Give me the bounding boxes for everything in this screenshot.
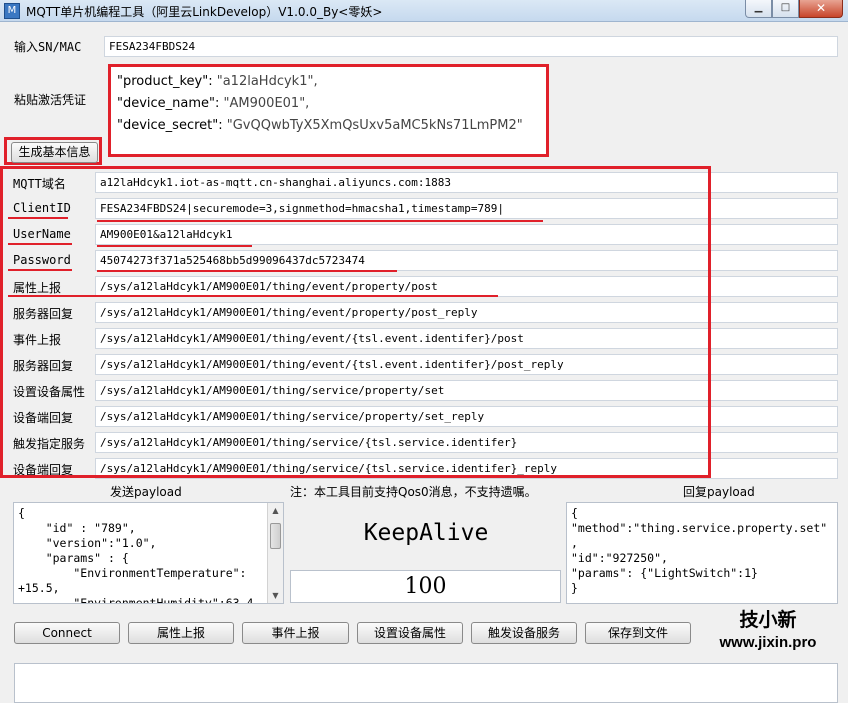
username-value-underline — [97, 245, 252, 247]
clientid-value-underline — [97, 220, 543, 222]
brand-logo: 技小新 www.jixin.pro — [716, 608, 820, 654]
property-report-button[interactable]: 属性上报 — [128, 622, 234, 644]
save-file-button[interactable]: 保存到文件 — [585, 622, 691, 644]
credential-line: "device_secret": "GvQQwbTyX5XmQsUxv5aMC5… — [117, 118, 523, 133]
reply-payload-title: 回复payload — [683, 485, 755, 499]
brand-url: www.jixin.pro — [719, 634, 817, 651]
window-title: MQTT单片机编程工具（阿里云LinkDevelop）V1.0.0_By<零妖> — [26, 5, 383, 19]
send-payload-textarea[interactable]: { "id" : "789", "version":"1.0", "params… — [13, 502, 284, 604]
minimize-button[interactable]: ▁ — [745, 0, 772, 18]
credential-label: 粘贴激活凭证 — [14, 93, 87, 107]
sn-label: 输入SN/MAC — [14, 40, 82, 54]
password-value-underline — [97, 270, 397, 272]
event-report-button[interactable]: 事件上报 — [242, 622, 349, 644]
clientid-label-underline — [8, 217, 68, 219]
app-icon: M — [4, 3, 20, 19]
maximize-button[interactable]: □ — [772, 0, 799, 18]
set-property-button[interactable]: 设置设备属性 — [357, 622, 463, 644]
note-text: 注：本工具目前支持Qos0消息，不支持遗嘱。 — [290, 485, 537, 499]
username-label-underline — [8, 243, 72, 245]
title-bar: M MQTT单片机编程工具（阿里云LinkDevelop）V1.0.0_By<零… — [0, 0, 848, 22]
trigger-service-button[interactable]: 触发设备服务 — [471, 622, 577, 644]
property-post-underline — [8, 295, 498, 297]
reply-payload-textarea[interactable]: { "method":"thing.service.property.set" … — [566, 502, 838, 604]
send-payload-scrollbar[interactable]: ▲ ▼ — [267, 503, 283, 603]
keepalive-label: KeepAlive — [363, 520, 489, 546]
password-label-underline — [8, 269, 72, 271]
sn-input[interactable]: FESA234FBDS24 — [104, 36, 838, 57]
fields-highlight — [0, 166, 711, 478]
credential-line: "product_key": "a12laHdcyk1", — [117, 74, 318, 89]
send-payload-title: 发送payload — [110, 485, 182, 499]
close-button[interactable]: ✕ — [799, 0, 843, 18]
connect-button[interactable]: Connect — [14, 622, 120, 644]
brand-name: 技小新 — [739, 609, 797, 631]
keepalive-input[interactable]: 100 — [290, 570, 561, 603]
generate-info-button[interactable]: 生成基本信息 — [11, 142, 98, 163]
scroll-up-icon[interactable]: ▲ — [268, 503, 283, 518]
credential-textarea[interactable]: "product_key": "a12laHdcyk1", "device_na… — [108, 64, 549, 157]
credential-line: "device_name": "AM900E01", — [117, 96, 310, 111]
scroll-down-icon[interactable]: ▼ — [268, 588, 283, 603]
log-textarea[interactable] — [14, 663, 838, 703]
scroll-thumb[interactable] — [270, 523, 281, 549]
